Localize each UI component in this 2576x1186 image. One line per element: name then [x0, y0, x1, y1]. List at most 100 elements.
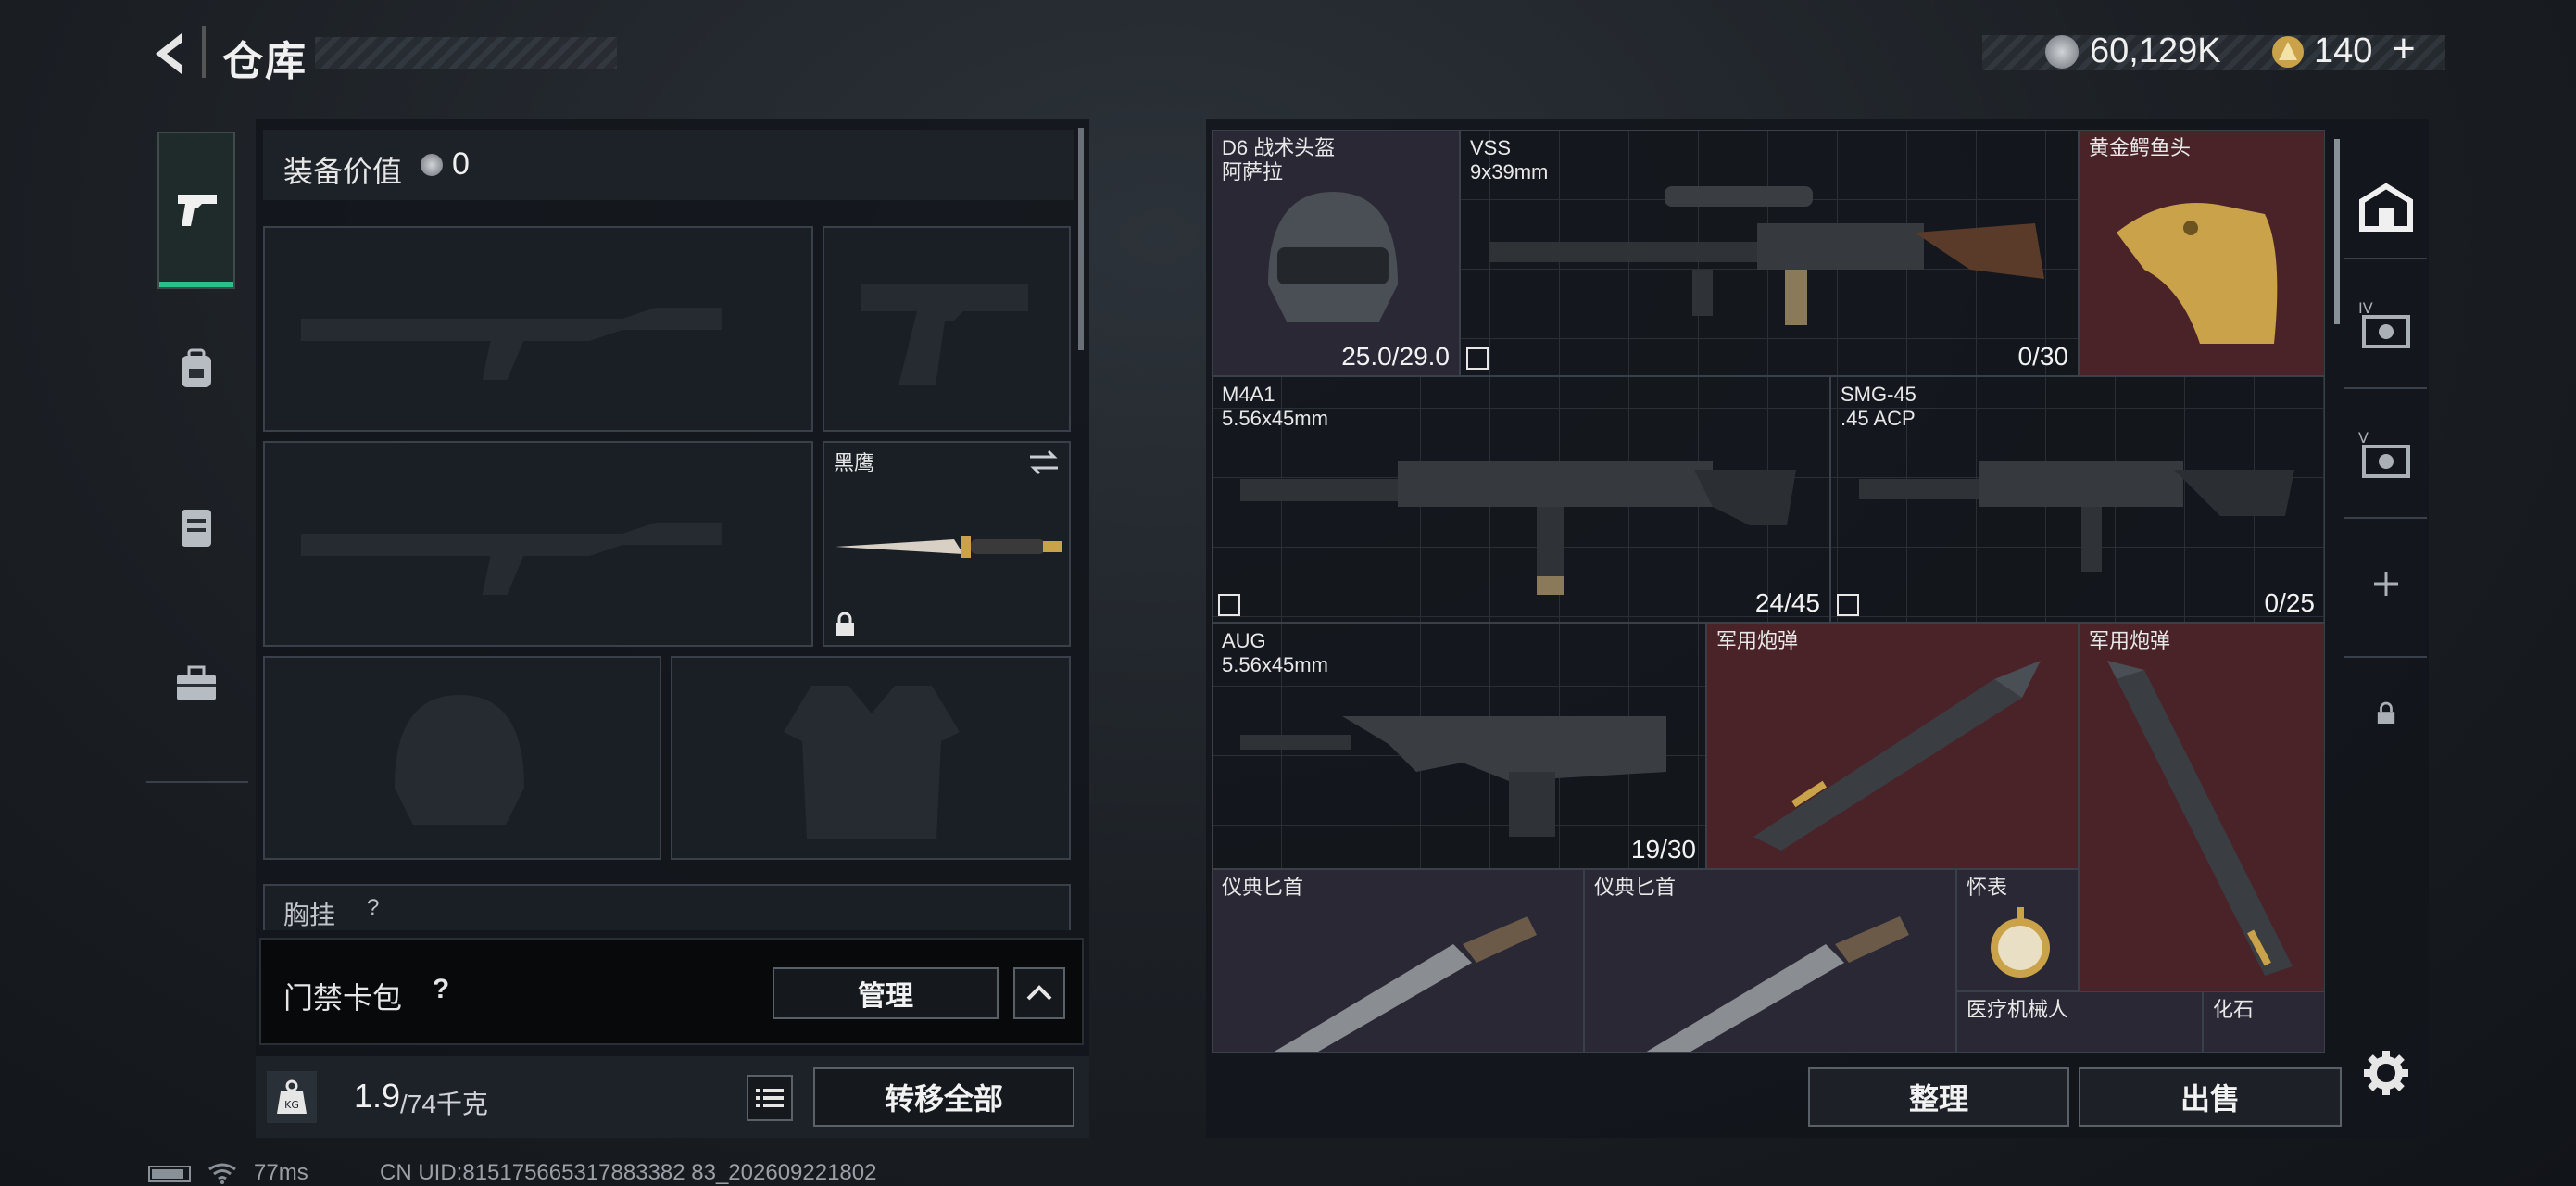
tab-divider [2344, 517, 2427, 519]
tab-vest[interactable] [159, 489, 233, 563]
svg-text:IV: IV [2358, 299, 2373, 317]
lock-icon [836, 612, 854, 636]
rifle-item-icon [1489, 186, 2044, 325]
page-title: 仓库 [222, 39, 308, 84]
stash-item-fossil[interactable]: 化石 [2203, 991, 2325, 1053]
currency-coin-value: 60,129K [2090, 32, 2221, 70]
weight-bar: KG 1.9 /74千克 转移全部 [256, 1056, 1089, 1138]
item-name: 军用炮弹 [2089, 629, 2171, 652]
vest-icon [182, 510, 211, 547]
chest-rig-label: 胸挂 [283, 901, 336, 929]
helmet-item-icon [1268, 192, 1398, 322]
primary-weapon-slot-2[interactable] [263, 441, 813, 647]
tab-container-v[interactable]: V [2349, 417, 2423, 491]
uid-text: CN UID:815175665317883382 83_20260922180… [380, 1160, 877, 1185]
currency-gem-add-button[interactable]: + [2392, 26, 2416, 72]
weight-icon-box: KG [267, 1071, 317, 1123]
back-button[interactable] [146, 28, 193, 80]
back-icon [156, 33, 182, 74]
primary-weapon-slot-1[interactable] [263, 226, 813, 432]
keycard-bar: 门禁卡包 ? 管理 [259, 938, 1084, 1045]
lock-icon [2377, 701, 2395, 724]
stash-home-icon [2359, 183, 2413, 232]
item-name: 军用炮弹 [1716, 629, 1799, 652]
stash-item-m4a1[interactable]: M4A1 5.56x45mm 24/45 [1212, 376, 1830, 623]
item-ammo: 0/30 [2017, 342, 2069, 371]
stash-scrollbar[interactable] [2334, 139, 2340, 324]
tab-weapons[interactable] [157, 132, 235, 289]
list-icon [756, 1089, 784, 1107]
chest-rig-slot[interactable]: 胸挂 ? [263, 884, 1071, 930]
item-name: D6 战术头盔 阿萨拉 [1222, 136, 1336, 183]
item-name: 怀表 [1967, 876, 2008, 899]
pistol-icon [178, 195, 217, 226]
item-ammo: 24/45 [1754, 588, 1820, 617]
container-tabs: IV V [2344, 139, 2427, 778]
tab-toolbox[interactable] [159, 647, 233, 721]
stash-item-dagger-2[interactable]: 仪典匕首 [1584, 869, 1956, 1053]
sidearm-slot[interactable] [823, 226, 1071, 432]
item-durability: 25.0/29.0 [1341, 342, 1450, 371]
stash-item-shell-1[interactable]: 军用炮弹 [1706, 623, 2079, 869]
sort-button[interactable]: 整理 [1808, 1067, 2069, 1127]
shell-item-icon [1753, 661, 2041, 851]
item-name: 仪典匕首 [1594, 876, 1677, 899]
stash-item-shell-2[interactable]: 军用炮弹 [2079, 623, 2325, 995]
keycard-label: 门禁卡包 [283, 981, 403, 1015]
locked-container-slot[interactable] [2349, 676, 2423, 751]
item-name: 医疗机械人 [1967, 998, 2069, 1021]
ping-text: 77ms [254, 1160, 308, 1185]
help-button[interactable]: ? [424, 973, 458, 1006]
no-insure-icon [1837, 594, 1859, 616]
stash-item-pocket-watch[interactable]: 怀表 [1956, 869, 2079, 991]
settings-button[interactable] [2360, 1047, 2412, 1099]
armor-slot[interactable] [671, 656, 1071, 860]
stash-item-smg45[interactable]: SMG-45 .45 ACP 0/25 [1830, 376, 2325, 623]
dagger-item-icon [1646, 916, 1909, 1052]
keycard-collapse-button[interactable] [1013, 967, 1065, 1019]
melee-slot[interactable]: 黑鹰 [823, 441, 1071, 647]
chevron-up-icon [1026, 985, 1052, 1001]
tab-container-iv[interactable]: IV [2349, 287, 2423, 361]
pistol-silhouette-icon [861, 284, 1028, 385]
rifle-item-icon [1240, 461, 1796, 595]
svg-text:KG: KG [284, 1099, 299, 1111]
helmet-silhouette-icon [395, 695, 524, 825]
tab-divider [2344, 258, 2427, 259]
tab-stash-home[interactable] [2349, 170, 2423, 245]
currency-coin-icon [2045, 35, 2079, 69]
stash-item-helmet[interactable]: D6 战术头盔 阿萨拉 25.0/29.0 [1212, 130, 1460, 376]
add-container-button[interactable] [2349, 547, 2423, 621]
shell-item-icon [2107, 661, 2293, 976]
stash-item-medical-robot[interactable]: 医疗机械人 [1956, 991, 2203, 1053]
stash-item-gold-croc[interactable]: 黄金鳄鱼头 [2079, 130, 2325, 376]
stash-item-vss[interactable]: VSS 9x39mm 0/30 [1460, 130, 2079, 376]
no-insure-icon [1218, 594, 1240, 616]
transfer-all-button[interactable]: 转移全部 [813, 1067, 1074, 1127]
stash-item-aug[interactable]: AUG 5.56x45mm 19/30 [1212, 623, 1706, 869]
melee-name: 黑鹰 [834, 451, 875, 474]
item-ammo: 0/25 [2264, 588, 2316, 617]
backpack-icon [182, 348, 211, 387]
stash-item-dagger-1[interactable]: 仪典匕首 [1212, 869, 1584, 1053]
list-view-button[interactable] [747, 1075, 793, 1121]
currency-gem-icon [2271, 35, 2305, 69]
helmet-slot[interactable] [263, 656, 661, 860]
item-name: 仪典匕首 [1222, 876, 1304, 899]
loadout-value-coin-icon [421, 154, 443, 176]
loadout-scrollbar[interactable] [1078, 128, 1084, 350]
tab-divider [2344, 387, 2427, 389]
rifle-silhouette-icon [300, 523, 722, 595]
battery-icon [148, 1166, 191, 1182]
swap-button[interactable] [1028, 448, 1060, 476]
sell-button[interactable]: 出售 [2079, 1067, 2342, 1127]
rifle-silhouette-icon [300, 308, 722, 380]
keycard-manage-button[interactable]: 管理 [773, 967, 999, 1019]
gold-croc-item-icon [2117, 203, 2278, 344]
swap-icon [1030, 449, 1058, 475]
weight-max: /74千克 [400, 1090, 488, 1118]
title-decoration [315, 37, 617, 69]
loadout-value-bar: 装备价值 0 [263, 130, 1074, 200]
tab-backpack[interactable] [159, 332, 233, 406]
container-iv-icon: IV [2358, 299, 2410, 348]
